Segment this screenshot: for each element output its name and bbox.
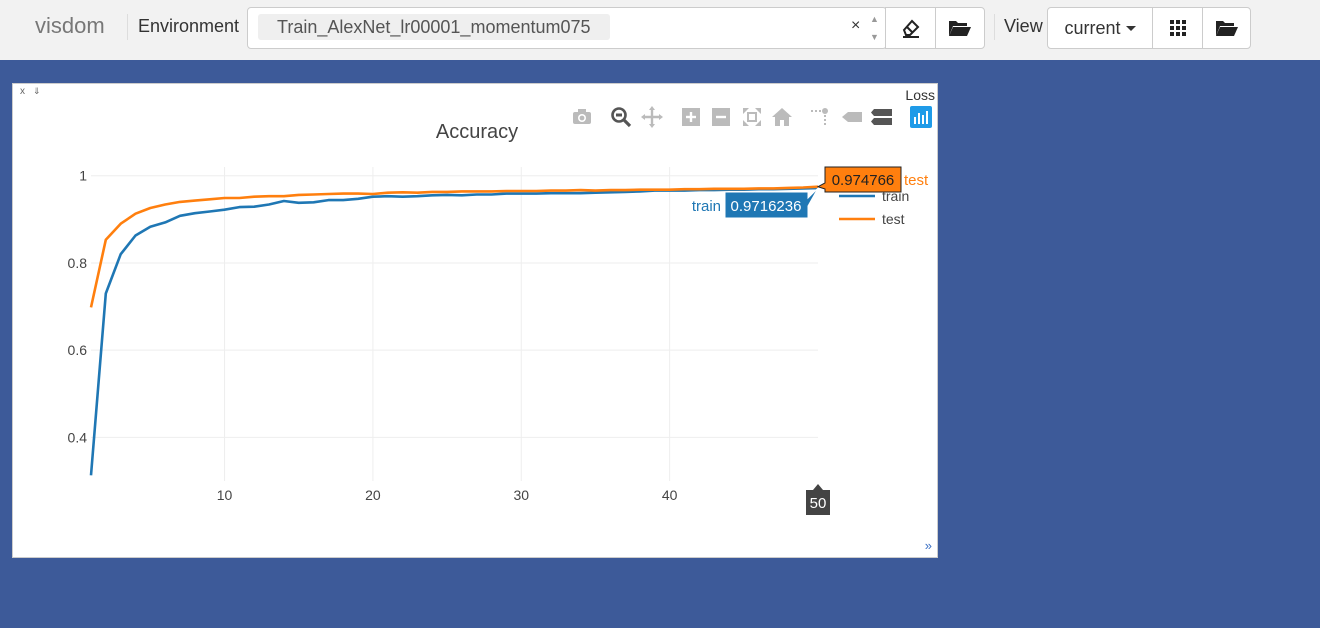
view-label: View bbox=[1004, 16, 1043, 36]
clear-env-button[interactable] bbox=[885, 7, 936, 49]
grid-icon bbox=[1169, 20, 1186, 36]
x-tick-label: 40 bbox=[662, 487, 678, 503]
repack-button[interactable] bbox=[1152, 7, 1203, 49]
divider bbox=[127, 14, 128, 40]
view-dropdown[interactable]: current bbox=[1047, 7, 1153, 49]
environment-tag[interactable]: Train_AlexNet_lr00001_momentum075 bbox=[258, 14, 610, 40]
accuracy-chart[interactable]: 0.4 0.6 0.8 1 10 20 30 40 train test 50 0.9716236… bbox=[13, 84, 937, 557]
chart-title: Accuracy bbox=[436, 121, 518, 143]
y-tick-label: 0.6 bbox=[68, 342, 88, 358]
divider bbox=[994, 14, 995, 40]
test-hover-name: test bbox=[904, 172, 929, 189]
top-navbar: visdom Environment Train_AlexNet_lr00001… bbox=[0, 0, 1320, 60]
manage-env-button[interactable] bbox=[935, 7, 985, 49]
brand-logo[interactable]: visdom bbox=[35, 13, 105, 39]
folder-open-icon bbox=[1215, 21, 1238, 36]
clear-environment-icon[interactable]: × bbox=[851, 17, 860, 35]
series-line-train bbox=[89, 186, 819, 476]
manage-views-button[interactable] bbox=[1202, 7, 1251, 49]
y-tick-label: 0.8 bbox=[68, 255, 88, 271]
folder-open-icon bbox=[949, 21, 971, 36]
x-tick-label: 20 bbox=[365, 487, 381, 503]
chevron-up-icon[interactable]: ▲ bbox=[870, 14, 879, 24]
resize-handle-icon[interactable]: » bbox=[925, 538, 932, 553]
x-tick-label: 10 bbox=[217, 487, 233, 503]
plot-pane[interactable]: x ⇓ Loss 0.4 0.6 0.8 1 10 20 30 40 train… bbox=[12, 83, 938, 558]
y-tick-label: 0.4 bbox=[68, 429, 88, 445]
y-tick-label: 1 bbox=[79, 168, 87, 184]
x-tick-label: 30 bbox=[513, 487, 529, 503]
x-hover-label: 50 bbox=[810, 495, 827, 512]
eraser-icon bbox=[902, 19, 919, 38]
environment-label: Environment bbox=[138, 16, 240, 36]
test-hover-value: 0.974766 bbox=[832, 172, 895, 189]
view-dropdown-value: current bbox=[1064, 17, 1121, 38]
train-hover-value: 0.9716236 bbox=[731, 198, 802, 215]
environment-select[interactable]: Train_AlexNet_lr00001_momentum075 × ▲ ▼ bbox=[247, 7, 887, 49]
caret-down-icon bbox=[1125, 25, 1136, 31]
train-hover-name: train bbox=[692, 198, 721, 215]
legend-label-test[interactable]: test bbox=[882, 211, 905, 227]
chevron-down-icon[interactable]: ▼ bbox=[870, 32, 879, 42]
